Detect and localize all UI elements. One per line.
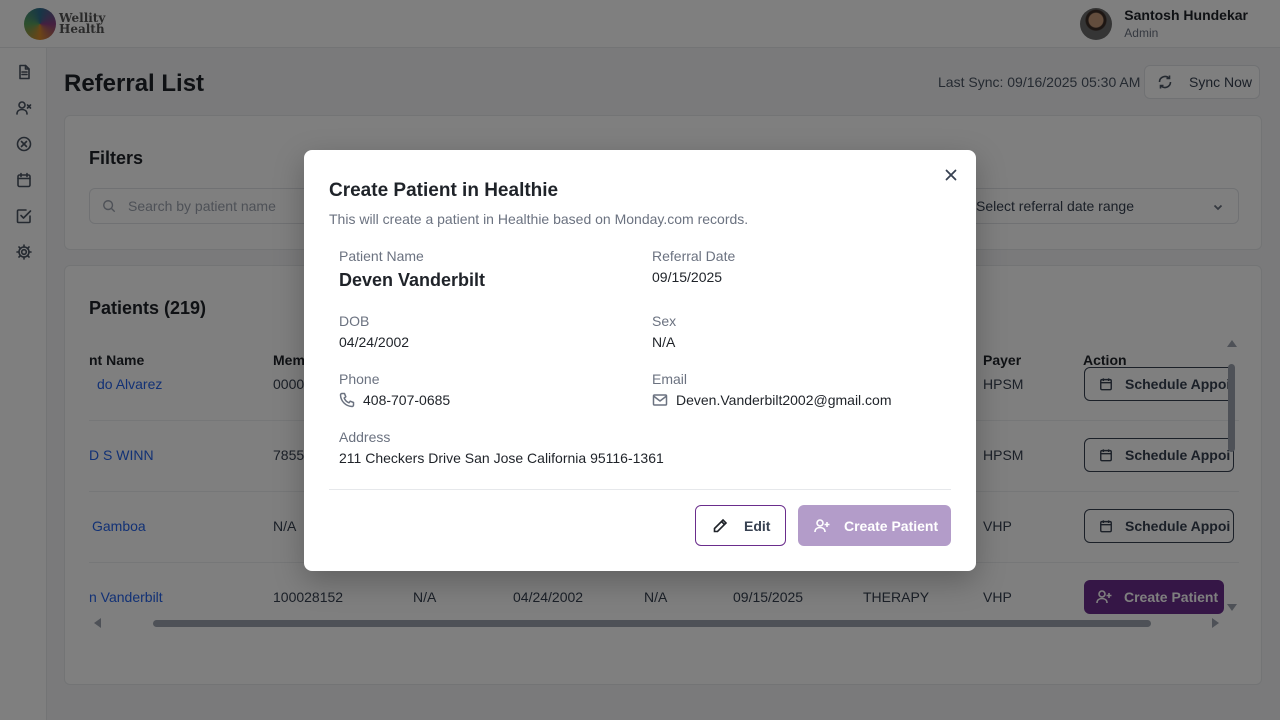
phone-value: 408-707-0685: [339, 392, 450, 408]
sex-label: Sex: [652, 313, 677, 329]
create-patient-dialog: Create Patient in Healthie This will cre…: [304, 150, 976, 571]
user-plus-icon: [814, 518, 830, 532]
phone-label: Phone: [339, 371, 380, 387]
pencil-icon: [713, 518, 728, 532]
phone-icon: [339, 392, 355, 408]
sex-value: N/A: [652, 334, 676, 350]
phone-number: 408-707-0685: [363, 392, 451, 408]
create-patient-button[interactable]: Create Patient: [798, 505, 951, 546]
close-icon[interactable]: [943, 167, 959, 183]
patient-name-label: Patient Name: [339, 248, 424, 264]
email-label: Email: [652, 371, 688, 387]
address-value: 211 Checkers Drive San Jose California 9…: [339, 450, 664, 466]
referral-date-label: Referral Date: [652, 248, 736, 264]
dialog-divider: [329, 489, 951, 490]
address-label: Address: [339, 429, 391, 445]
dialog-subtitle: This will create a patient in Healthie b…: [329, 211, 749, 227]
email-value: Deven.Vanderbilt2002@gmail.com: [652, 392, 892, 408]
email-address: Deven.Vanderbilt2002@gmail.com: [676, 392, 892, 408]
patient-name-value: Deven Vanderbilt: [339, 270, 486, 290]
dob-value: 04/24/2002: [339, 334, 410, 350]
dob-label: DOB: [339, 313, 370, 329]
dialog-title: Create Patient in Healthie: [329, 180, 559, 201]
create-patient-button-label: Create Patient: [844, 517, 939, 534]
referral-date-value: 09/15/2025: [652, 269, 723, 285]
edit-button-label: Edit: [744, 517, 771, 534]
mail-icon: [652, 394, 668, 406]
edit-button[interactable]: Edit: [695, 505, 786, 546]
